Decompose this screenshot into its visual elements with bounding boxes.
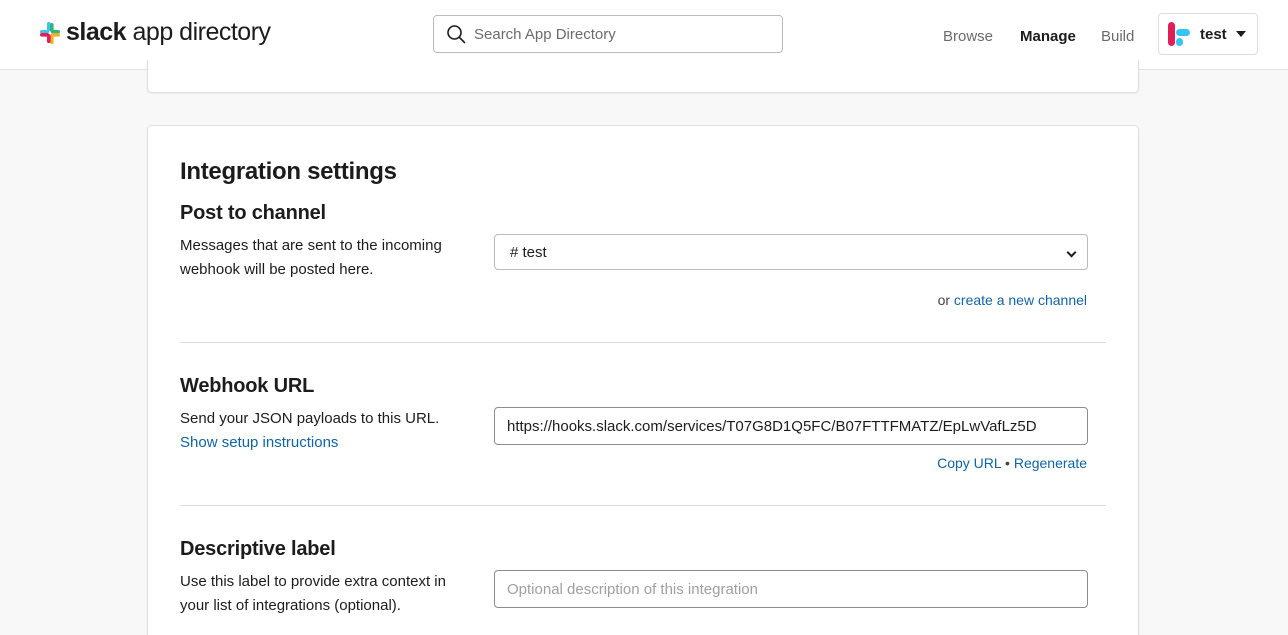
webhook-url-input[interactable]: [507, 417, 1075, 435]
nav-manage[interactable]: Manage: [1020, 28, 1076, 45]
selected-channel: # test: [510, 243, 547, 261]
workspace-switcher[interactable]: test: [1158, 13, 1258, 55]
separator-dot: •: [1001, 455, 1014, 471]
workspace-icon: [1168, 22, 1190, 46]
logo-text-rest: app directory: [126, 18, 272, 46]
slack-app-directory-logo[interactable]: slack app directory: [38, 18, 271, 47]
nav-build[interactable]: Build: [1101, 28, 1134, 45]
descriptive-label-description: Use this label to provide extra context …: [180, 573, 446, 614]
regenerate-link[interactable]: Regenerate: [1014, 455, 1087, 471]
descriptive-label-input[interactable]: [507, 580, 1075, 598]
integration-settings-card: Integration settings Post to channel Mes…: [147, 125, 1139, 635]
section-divider: [180, 342, 1106, 343]
webhook-url-heading: Webhook URL: [180, 375, 315, 397]
create-new-channel-link[interactable]: create a new channel: [954, 292, 1087, 308]
webhook-url-description: Send your JSON payloads to this URL. Sho…: [180, 407, 470, 455]
integration-settings-title: Integration settings: [180, 158, 397, 185]
section-divider: [180, 505, 1106, 506]
show-setup-instructions-link[interactable]: Show setup instructions: [180, 434, 338, 451]
search-input[interactable]: [474, 25, 764, 43]
create-channel-row: or create a new channel: [938, 292, 1087, 308]
nav-browse[interactable]: Browse: [943, 28, 993, 45]
previous-card: [147, 60, 1139, 93]
workspace-name: test: [1200, 25, 1227, 43]
search-box[interactable]: [433, 15, 783, 53]
post-to-channel-heading: Post to channel: [180, 202, 326, 224]
descriptive-label-field[interactable]: [494, 570, 1088, 608]
webhook-url-field[interactable]: [494, 407, 1088, 445]
search-icon: [447, 25, 466, 44]
or-text: or: [937, 292, 954, 308]
post-to-channel-description: Messages that are sent to the incoming w…: [180, 237, 442, 278]
logo-text-bold: slack: [66, 18, 127, 46]
webhook-actions: Copy URL • Regenerate: [937, 455, 1087, 471]
copy-url-link[interactable]: Copy URL: [937, 455, 1001, 471]
webhook-description-text: Send your JSON payloads to this URL.: [180, 410, 440, 427]
channel-select[interactable]: # test: [494, 234, 1088, 270]
slack-logo-icon: [40, 21, 60, 44]
caret-down-icon: [1235, 31, 1246, 37]
logo-text: slack app directory: [66, 18, 271, 47]
descriptive-label-heading: Descriptive label: [180, 538, 336, 560]
chevron-down-icon: [1066, 247, 1077, 258]
